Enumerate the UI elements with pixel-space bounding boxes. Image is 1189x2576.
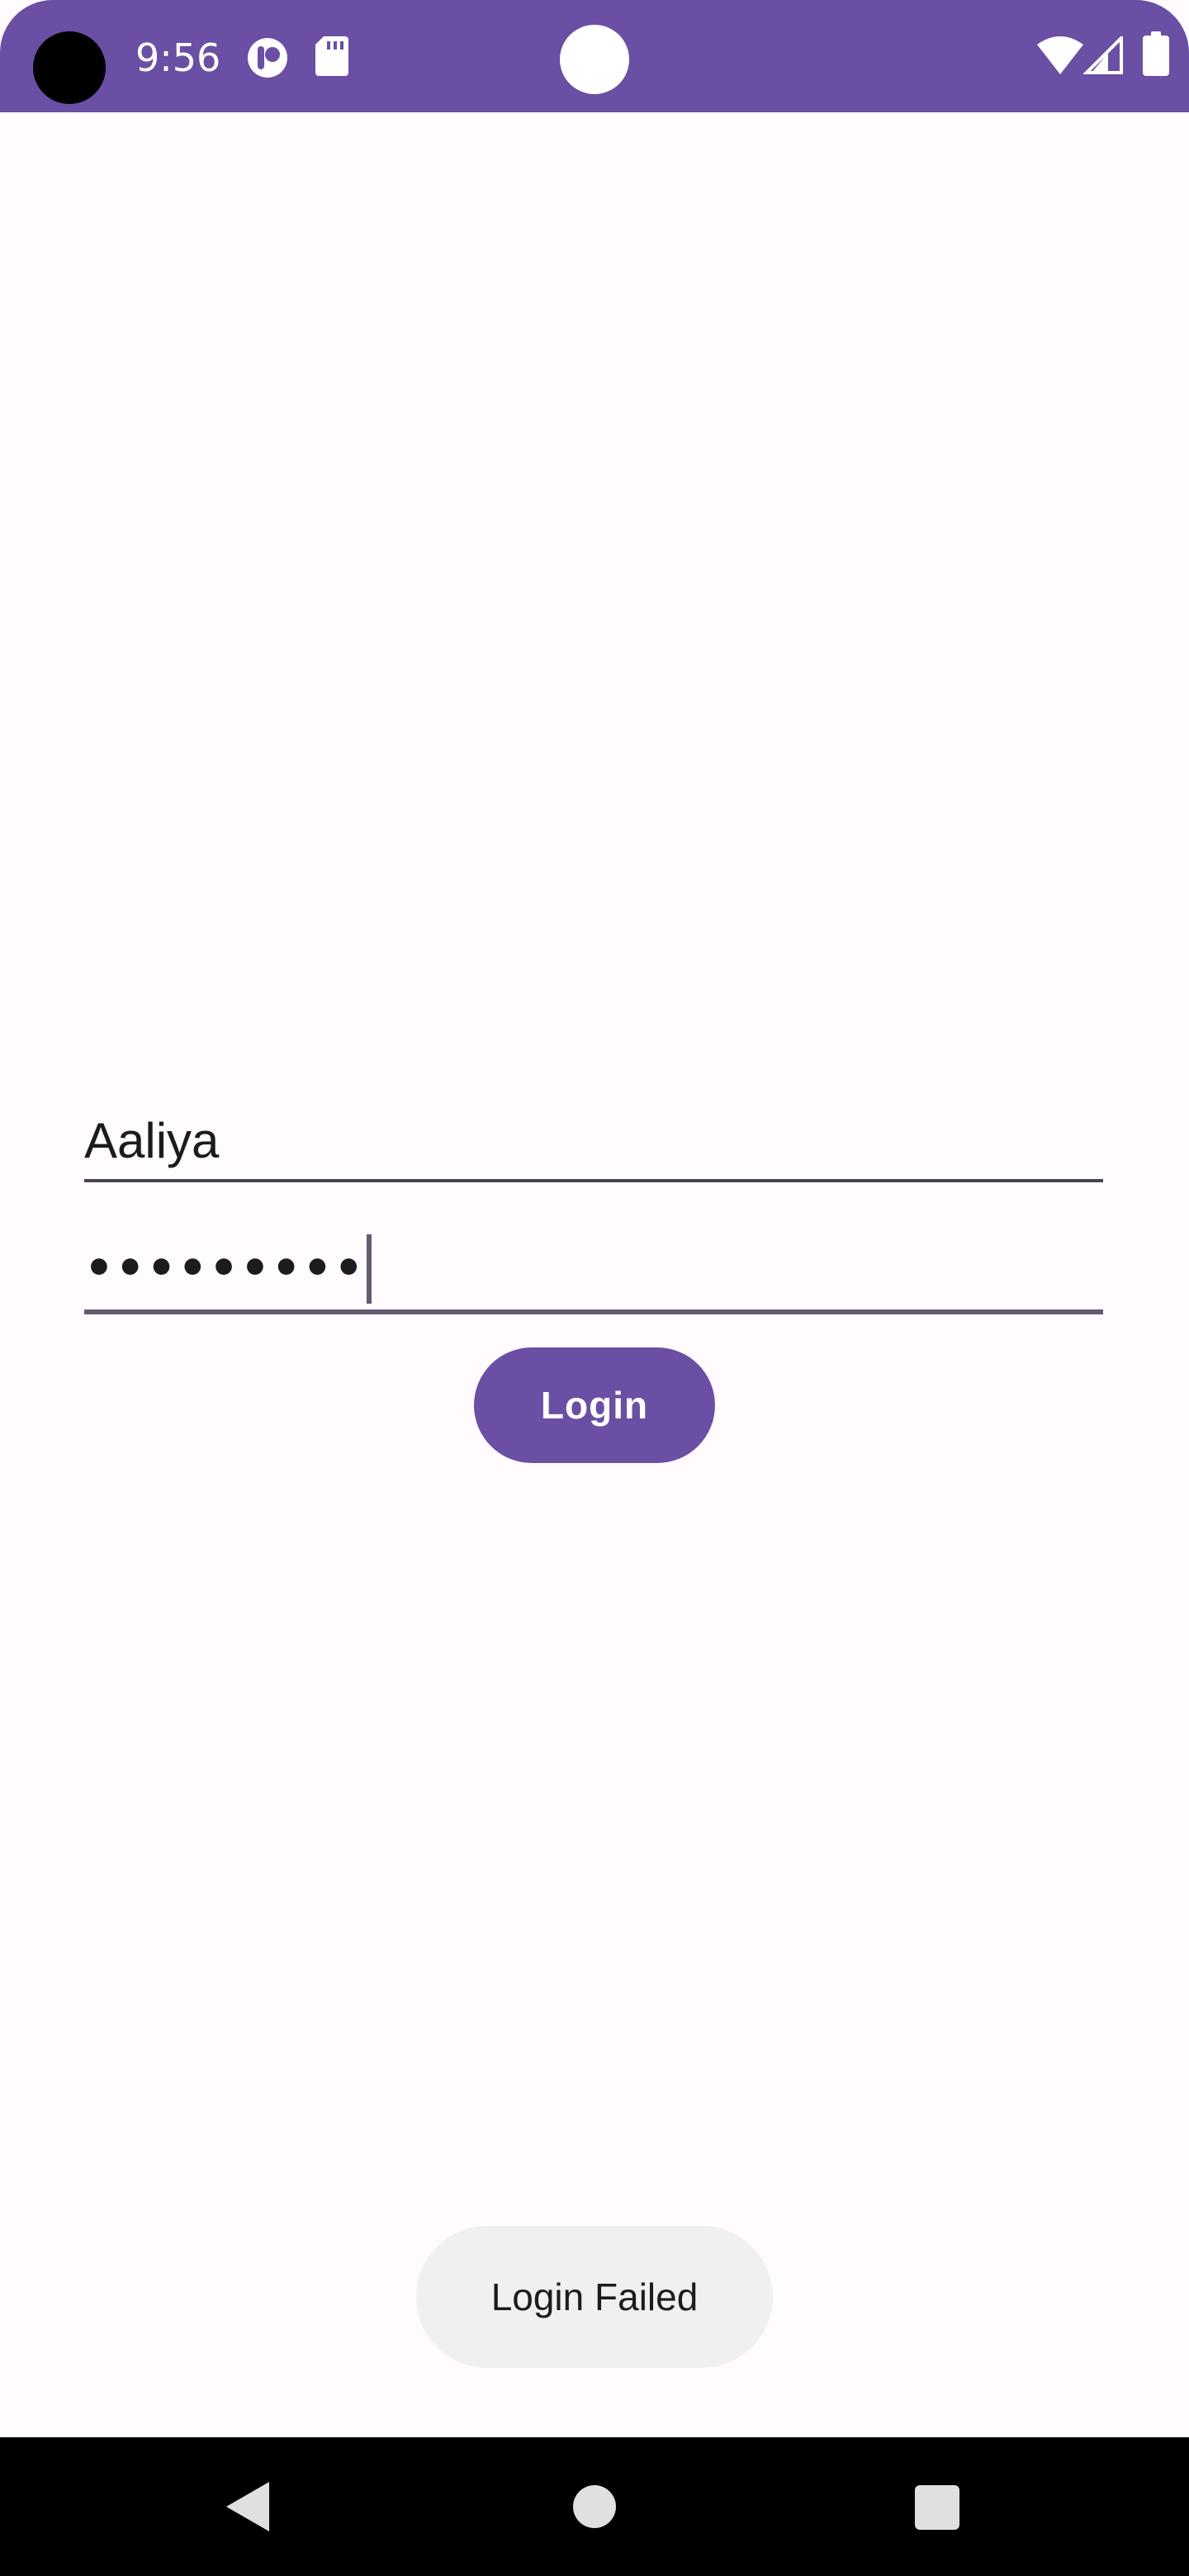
camera-cutout [33, 31, 106, 104]
username-input[interactable]: Aaliya [84, 1103, 1103, 1182]
login-button[interactable]: Login [474, 1347, 715, 1463]
text-cursor [367, 1234, 372, 1304]
toast-message: Login Failed [416, 2226, 773, 2368]
notification-app-icon [248, 38, 287, 78]
wifi-icon [1037, 36, 1083, 74]
center-indicator-dot [560, 25, 629, 94]
signal-icon [1083, 36, 1123, 74]
back-icon[interactable] [225, 2480, 271, 2533]
sd-card-icon [315, 36, 348, 76]
battery-icon [1143, 31, 1169, 76]
home-icon[interactable] [573, 2485, 616, 2528]
password-input[interactable]: ••••••••• [84, 1229, 1103, 1314]
status-bar: 9:56 [0, 0, 1189, 112]
password-value: ••••••••• [84, 1242, 366, 1295]
recents-icon[interactable] [915, 2485, 959, 2530]
status-time: 9:56 [135, 36, 221, 80]
username-value: Aaliya [84, 1113, 220, 1168]
